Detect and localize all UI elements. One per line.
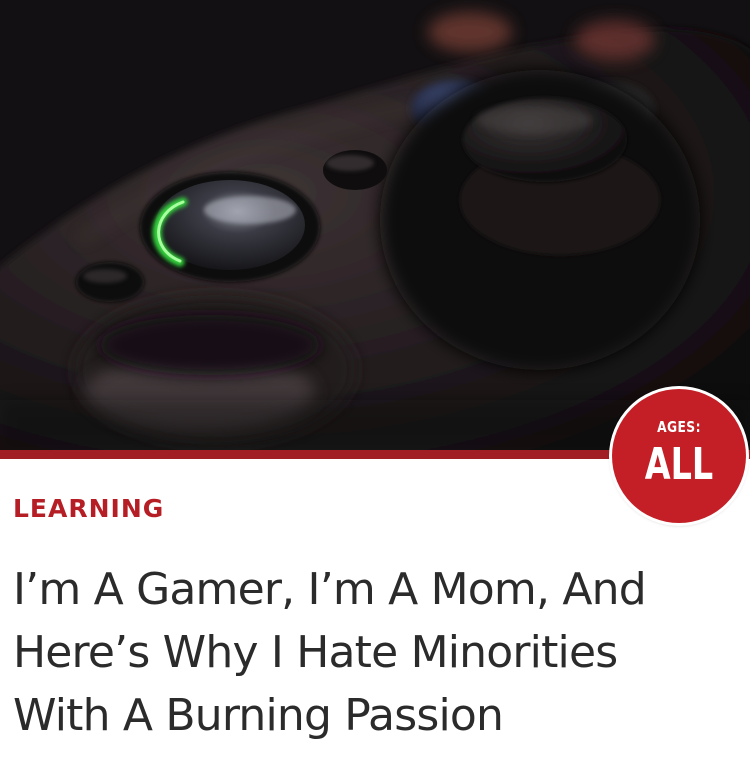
category-label[interactable]: LEARNING [13,494,164,523]
badge-label: AGES: [657,418,701,436]
game-controller-photo [0,0,750,452]
right-thumbstick [380,70,700,370]
guide-button [140,172,320,282]
article-headline[interactable]: I’m A Gamer, I’m A Mom, And Here’s Why I… [13,558,733,747]
age-rating-badge: AGES: ALL [612,389,746,523]
badge-value: ALL [644,439,714,490]
article-card[interactable]: AGES: ALL LEARNING I’m A Gamer, I’m A Mo… [0,0,750,760]
